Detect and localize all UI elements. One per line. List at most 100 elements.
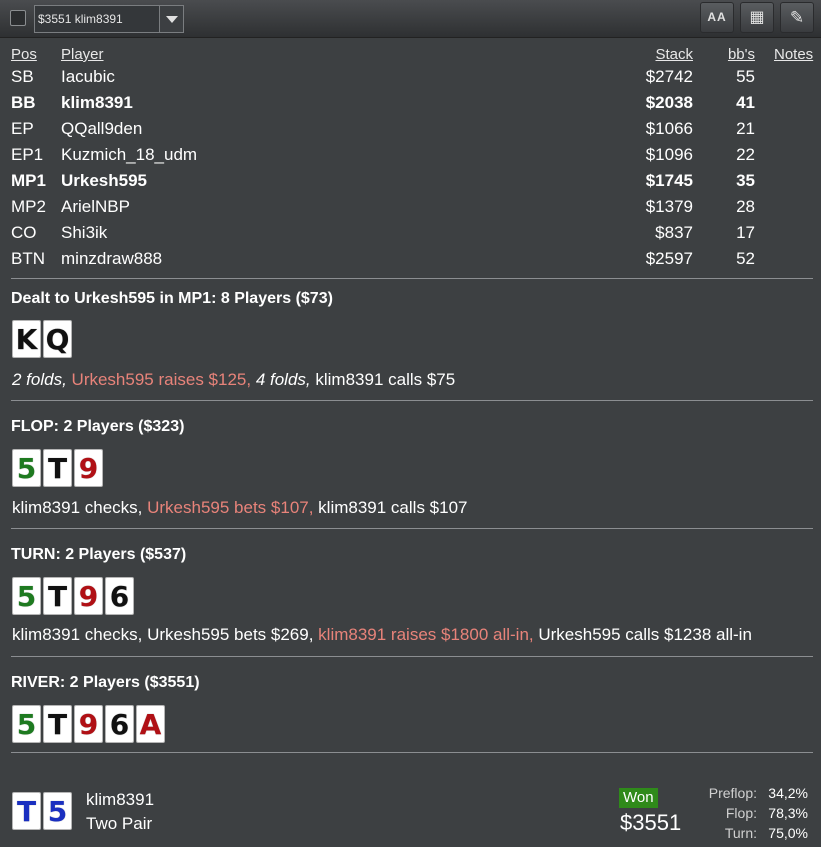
row-stack: $1745: [645, 171, 693, 190]
card: 9: [74, 449, 103, 487]
table-row: CO Shi3ik $837 17: [0, 223, 821, 249]
divider: [11, 528, 813, 529]
hand-select-value: $3551 klim8391: [38, 12, 123, 26]
select-checkbox[interactable]: [10, 10, 26, 26]
equity-value: 34,2%: [768, 785, 808, 801]
action-text: klim8391 checks, Urkesh595 bets $269,: [12, 625, 314, 644]
row-player[interactable]: Shi3ik: [61, 223, 107, 243]
river-title: RIVER: 2 Players ($3551): [11, 674, 200, 691]
row-player[interactable]: Urkesh595: [61, 171, 147, 191]
card: K: [12, 320, 41, 358]
header-player[interactable]: Player: [61, 46, 104, 63]
table-row: EP QQall9den $1066 21: [0, 119, 821, 145]
card: T: [43, 577, 72, 615]
card: 9: [74, 577, 103, 615]
row-stack: $1379: [645, 197, 693, 216]
card: 6: [105, 577, 134, 615]
toolbar: $3551 klim8391 AA ▦ ✎: [0, 0, 821, 38]
header-pos[interactable]: Pos: [11, 46, 37, 63]
chevron-down-icon[interactable]: [159, 6, 183, 32]
card: 5: [12, 577, 41, 615]
divider: [11, 400, 813, 401]
row-stack: $2597: [645, 249, 693, 268]
row-bbs: 22: [736, 145, 755, 164]
row-stack: $837: [655, 223, 693, 242]
preflop-title: Dealt to Urkesh595 in MP1: 8 Players ($7…: [11, 290, 333, 307]
equity-label: Turn:: [724, 825, 757, 841]
row-bbs: 41: [736, 93, 755, 112]
row-player[interactable]: klim8391: [61, 93, 133, 113]
action-text: klim8391 raises $1800 all-in,: [313, 625, 534, 644]
header-bbs[interactable]: bb's: [728, 46, 755, 63]
winner-name: klim8391: [86, 790, 155, 809]
action-text: Urkesh595 bets $107,: [142, 498, 314, 517]
row-player[interactable]: QQall9den: [61, 119, 142, 139]
row-bbs: 52: [736, 249, 755, 268]
flop-title: FLOP: 2 Players ($323): [11, 418, 185, 435]
action-text: klim8391 checks,: [12, 498, 143, 517]
preflop-actions: 2 folds, Urkesh595 raises $125, 4 folds,…: [12, 370, 455, 390]
row-pos: MP2: [11, 197, 46, 216]
action-text: Urkesh595 calls $1238 all-in: [533, 625, 752, 644]
row-stack: $1096: [645, 145, 693, 164]
row-bbs: 55: [736, 67, 755, 86]
pencil-icon[interactable]: ✎: [780, 2, 814, 33]
table-row: MP2 ArielNBP $1379 28: [0, 197, 821, 223]
divider: [11, 656, 813, 657]
card: T: [43, 449, 72, 487]
equity-label: Flop:: [725, 805, 757, 821]
row-stack: $1066: [645, 119, 693, 138]
turn-title: TURN: 2 Players ($537): [11, 546, 187, 563]
card: 5: [12, 449, 41, 487]
action-text: klim8391 calls $75: [310, 370, 456, 389]
row-player[interactable]: ArielNBP: [61, 197, 130, 217]
flop-cards: 5 T 9: [12, 449, 103, 489]
row-bbs: 28: [736, 197, 755, 216]
row-player[interactable]: Iacubic: [61, 67, 115, 87]
row-pos: MP1: [11, 171, 46, 190]
hole-cards: K Q: [12, 320, 72, 360]
row-pos: BB: [11, 93, 36, 112]
card: T: [43, 705, 72, 743]
header-notes[interactable]: Notes: [774, 46, 813, 63]
equity-value: 78,3%: [768, 805, 808, 821]
card: 5: [43, 792, 72, 830]
card: A: [136, 705, 165, 743]
header-stack[interactable]: Stack: [655, 46, 693, 63]
card: 9: [74, 705, 103, 743]
card: 5: [12, 705, 41, 743]
table-row: BB klim8391 $2038 41: [0, 93, 821, 119]
card: 6: [105, 705, 134, 743]
row-bbs: 21: [736, 119, 755, 138]
row-stack: $2038: [645, 93, 693, 112]
row-pos: BTN: [11, 249, 45, 268]
equity-label: Preflop:: [708, 785, 757, 801]
action-text: Urkesh595 raises $125,: [66, 370, 252, 389]
row-player[interactable]: Kuzmich_18_udm: [61, 145, 197, 165]
row-pos: EP: [11, 119, 34, 138]
turn-cards: 5 T 9 6: [12, 577, 134, 617]
font-size-button[interactable]: AA: [700, 2, 734, 33]
divider: [11, 752, 813, 753]
river-cards: 5 T 9 6 A: [12, 705, 165, 745]
winner-hand: Two Pair: [86, 814, 153, 833]
table-row: BTN minzdraw888 $2597 52: [0, 249, 821, 275]
card: T: [12, 792, 41, 830]
divider: [11, 278, 813, 279]
equity-value: 75,0%: [768, 825, 808, 841]
hand-select[interactable]: $3551 klim8391: [34, 5, 184, 33]
row-pos: SB: [11, 67, 34, 86]
flop-actions: klim8391 checks, Urkesh595 bets $107, kl…: [12, 498, 467, 518]
row-pos: CO: [11, 223, 37, 242]
won-amount: $3551: [620, 810, 682, 835]
grid-icon[interactable]: ▦: [740, 2, 774, 33]
action-text: klim8391 calls $107: [313, 498, 468, 517]
row-player[interactable]: minzdraw888: [61, 249, 162, 269]
table-row: MP1 Urkesh595 $1745 35: [0, 171, 821, 197]
row-bbs: 35: [736, 171, 755, 190]
action-text: 2 folds,: [12, 370, 67, 389]
winner-cards: T 5: [12, 792, 72, 832]
action-text: 4 folds,: [251, 370, 311, 389]
row-pos: EP1: [11, 145, 44, 164]
table-row: EP1 Kuzmich_18_udm $1096 22: [0, 145, 821, 171]
